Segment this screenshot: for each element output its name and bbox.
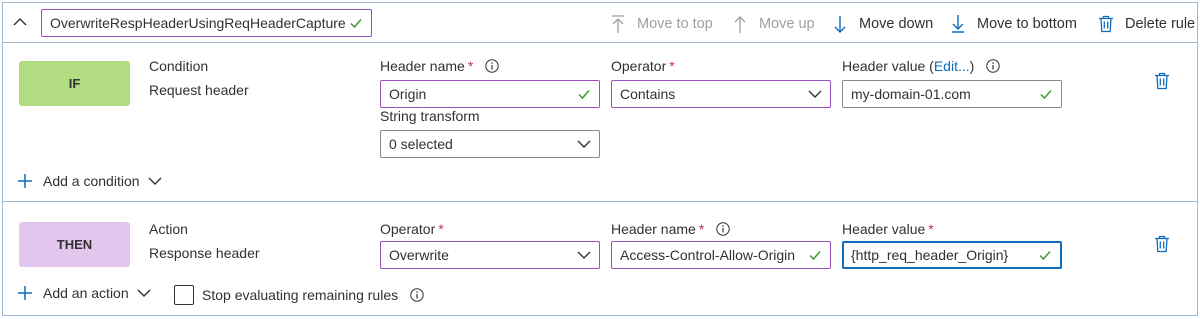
action-title: Action <box>149 221 188 237</box>
valid-check-icon <box>577 87 591 101</box>
add-condition-label: Add a condition <box>43 173 140 189</box>
move-to-top-button[interactable]: Move to top <box>609 12 713 36</box>
header-value-label: Header value (Edit...) <box>842 58 1000 76</box>
trash-icon <box>1097 14 1115 34</box>
action-header-name-input[interactable]: Access-Control-Allow-Origin <box>611 241 831 269</box>
header-name-label: Header name * <box>380 58 499 76</box>
info-icon[interactable] <box>410 288 424 305</box>
add-action-label: Add an action <box>43 285 129 301</box>
condition-title: Condition <box>149 58 209 74</box>
stop-evaluating-label: Stop evaluating remaining rules <box>202 287 424 305</box>
info-icon[interactable] <box>716 222 730 239</box>
action-header-value-label: Header value * <box>842 221 934 237</box>
valid-check-icon <box>1038 248 1052 262</box>
action-section: THEN Action Response header Operator * Ov… <box>3 203 1197 316</box>
collapse-chevron-up-icon[interactable] <box>11 13 29 31</box>
chevron-down-icon <box>808 89 822 99</box>
info-icon[interactable] <box>986 59 1000 76</box>
action-type: Response header <box>149 245 260 261</box>
operator-dropdown[interactable]: Contains <box>611 80 831 108</box>
info-icon[interactable] <box>485 59 499 76</box>
move-up-button[interactable]: Move up <box>731 12 815 36</box>
move-to-top-icon <box>609 14 627 34</box>
valid-check-icon <box>1039 87 1053 101</box>
then-badge: THEN <box>19 222 130 267</box>
operator-label: Operator * <box>611 58 675 74</box>
edit-link[interactable]: Edit... <box>934 58 970 74</box>
delete-action-trash-icon[interactable] <box>1154 235 1170 253</box>
arrow-down-icon <box>831 14 849 34</box>
move-down-button[interactable]: Move down <box>831 12 933 36</box>
chevron-down-icon <box>137 288 151 298</box>
action-header-name-label: Header name * <box>611 221 730 239</box>
move-to-top-label: Move to top <box>637 16 713 32</box>
move-up-label: Move up <box>759 16 815 32</box>
arrow-up-icon <box>731 14 749 34</box>
delete-condition-trash-icon[interactable] <box>1154 72 1170 90</box>
chevron-down-icon <box>577 250 591 260</box>
string-transform-label: String transform <box>380 108 480 124</box>
condition-section: IF Condition Request header Header name *… <box>3 44 1197 202</box>
rule-name-value: OverwriteRespHeaderUsingReqHeaderCapture <box>50 15 346 31</box>
plus-icon <box>17 173 33 189</box>
valid-check-icon <box>808 248 822 262</box>
rule-header: OverwriteRespHeaderUsingReqHeaderCapture… <box>3 3 1197 43</box>
move-to-bottom-icon <box>949 14 967 34</box>
plus-icon <box>17 285 33 301</box>
action-operator-label: Operator * <box>380 221 444 237</box>
move-to-bottom-button[interactable]: Move to bottom <box>949 12 1077 36</box>
stop-evaluating-checkbox[interactable] <box>174 285 194 305</box>
header-name-input[interactable]: Origin <box>380 80 600 108</box>
header-value-input[interactable]: my-domain-01.com <box>842 80 1062 108</box>
move-down-label: Move down <box>859 16 934 32</box>
if-badge: IF <box>19 61 130 106</box>
move-to-bottom-label: Move to bottom <box>977 16 1077 32</box>
string-transform-dropdown[interactable]: 0 selected <box>380 130 600 158</box>
delete-rule-label: Delete rule <box>1125 16 1196 32</box>
rule-card: OverwriteRespHeaderUsingReqHeaderCapture… <box>2 2 1198 316</box>
add-action-button[interactable]: Add an action <box>17 285 151 301</box>
rule-name-input[interactable]: OverwriteRespHeaderUsingReqHeaderCapture <box>41 9 372 37</box>
action-operator-dropdown[interactable]: Overwrite <box>380 241 600 269</box>
valid-check-icon <box>349 16 363 33</box>
delete-rule-button[interactable]: Delete rule <box>1097 12 1195 36</box>
add-condition-button[interactable]: Add a condition <box>17 173 162 189</box>
condition-type: Request header <box>149 82 249 98</box>
chevron-down-icon <box>577 139 591 149</box>
chevron-down-icon <box>148 176 162 186</box>
action-header-value-input[interactable]: {http_req_header_Origin} <box>842 241 1062 269</box>
